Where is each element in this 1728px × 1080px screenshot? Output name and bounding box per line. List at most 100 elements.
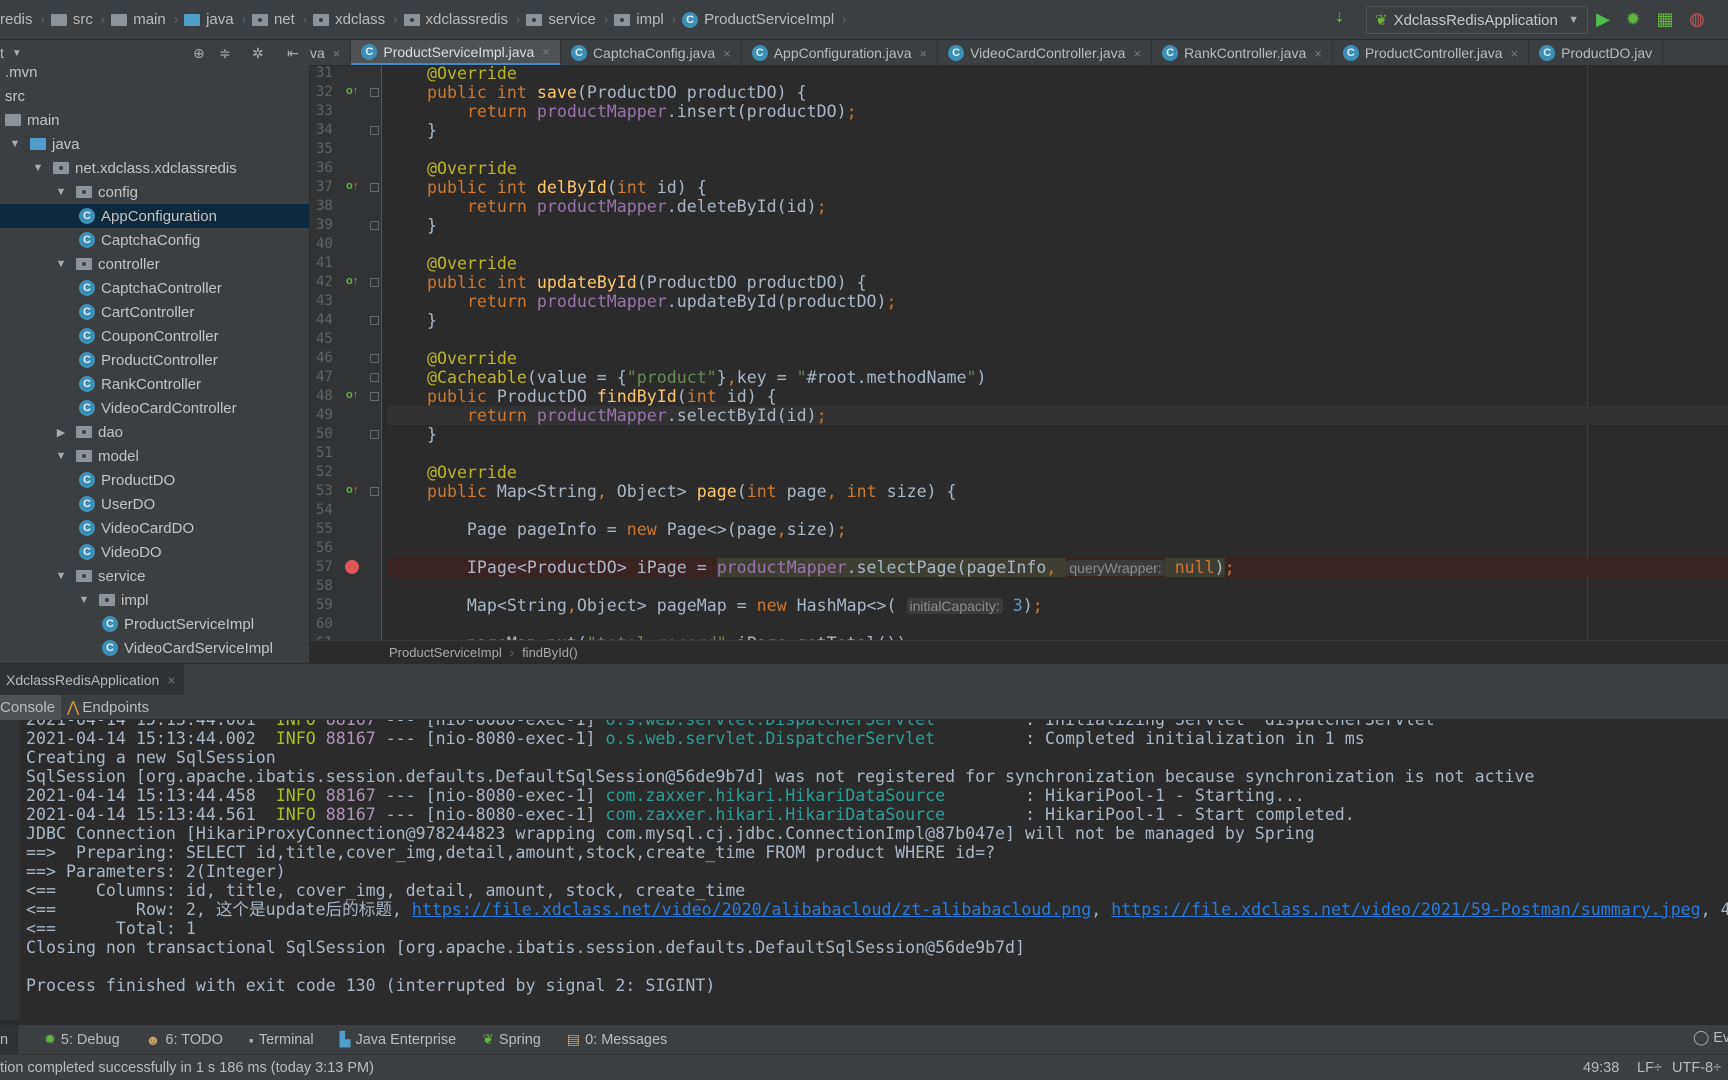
tool-window-spring[interactable]: ❦ Spring <box>482 1031 541 1048</box>
editor-tab[interactable]: C ProductServiceImpl.java × <box>351 40 561 65</box>
collapsed-arrow-icon[interactable]: ▶ <box>54 426 68 439</box>
code-line[interactable]: } <box>387 216 1728 235</box>
tab-console[interactable]: Console <box>0 694 62 720</box>
tab-endpoints[interactable]: ⋀ Endpoints <box>61 698 155 717</box>
fold-marker-icon[interactable] <box>370 354 379 363</box>
code-line[interactable]: @Override <box>387 159 1728 178</box>
code-line[interactable]: public int save(ProductDO productDO) { <box>387 83 1728 102</box>
editor-tab[interactable]: C ProductDO.jav <box>1529 40 1664 65</box>
override-method-icon[interactable]: o <box>346 484 360 496</box>
tree-item[interactable]: main <box>0 108 309 132</box>
expanded-arrow-icon[interactable]: ▼ <box>54 258 68 270</box>
fold-marker-icon[interactable] <box>370 126 379 135</box>
editor-tab[interactable]: C RankController.java × <box>1152 40 1333 65</box>
code-line[interactable] <box>387 615 1728 634</box>
code-line[interactable] <box>387 501 1728 520</box>
override-method-icon[interactable]: o <box>346 389 360 401</box>
event-log-button[interactable]: ◯ Ev <box>1693 1030 1728 1046</box>
expanded-arrow-icon[interactable]: ▼ <box>77 594 91 606</box>
fold-marker-icon[interactable] <box>370 392 379 401</box>
code-line[interactable] <box>387 140 1728 159</box>
expanded-arrow-icon[interactable]: ▼ <box>31 162 45 174</box>
override-method-icon[interactable]: o <box>346 275 360 287</box>
breadcrumb-item[interactable]: xdclass › <box>313 11 398 28</box>
breakpoint-icon[interactable] <box>345 560 359 574</box>
tree-item[interactable]: C AppConfiguration <box>0 204 309 228</box>
run-button[interactable]: ▶ <box>1592 8 1614 30</box>
editor-tab[interactable]: C CaptchaConfig.java × <box>561 40 742 65</box>
code-line[interactable]: @Cacheable(value = {"product"},key = "#r… <box>387 368 1728 387</box>
code-line[interactable]: IPage<ProductDO> iPage = productMapper.s… <box>387 558 1728 577</box>
breadcrumb-method[interactable]: findById() <box>522 645 578 660</box>
tree-item[interactable]: C CartController <box>0 300 309 324</box>
close-icon[interactable]: × <box>333 46 341 61</box>
tree-item[interactable]: C ProductDO <box>0 468 309 492</box>
close-icon[interactable]: × <box>1314 46 1322 61</box>
breadcrumb-item[interactable]: src › <box>50 11 105 28</box>
tree-item[interactable]: C VideoCardDO <box>0 516 309 540</box>
tree-item[interactable]: C CaptchaController <box>0 276 309 300</box>
run-configuration-select[interactable]: ❦ XdclassRedisApplication ▼ <box>1366 6 1588 34</box>
expanded-arrow-icon[interactable]: ▼ <box>54 186 68 198</box>
code-line[interactable] <box>387 577 1728 596</box>
close-icon[interactable]: × <box>1511 46 1519 61</box>
editor-tab[interactable]: va × <box>310 40 352 65</box>
code-line[interactable] <box>387 235 1728 254</box>
hide-panel-icon[interactable]: ⇤ <box>287 45 299 62</box>
tree-item[interactable]: ▼ service <box>0 564 309 588</box>
locate-icon[interactable]: ⊕ <box>193 45 205 62</box>
fold-marker-icon[interactable] <box>370 88 379 97</box>
code-line[interactable]: return productMapper.insert(productDO); <box>387 102 1728 121</box>
chevron-down-icon[interactable]: ▼ <box>12 48 22 59</box>
breadcrumb-item[interactable]: service › <box>526 11 608 28</box>
close-icon[interactable]: × <box>167 672 175 688</box>
editor-tab[interactable]: C ProductController.java × <box>1333 40 1530 65</box>
breadcrumb-item[interactable]: redis › <box>0 11 45 28</box>
code-line[interactable]: @Override <box>387 349 1728 368</box>
code-line[interactable] <box>387 444 1728 463</box>
breadcrumb-class[interactable]: ProductServiceImpl <box>389 645 502 660</box>
close-icon[interactable]: × <box>723 46 731 61</box>
code-line[interactable]: public int delById(int id) { <box>387 178 1728 197</box>
code-line[interactable]: return productMapper.deleteById(id); <box>387 197 1728 216</box>
editor-gutter[interactable]: 31 32 o 33 34 35 36 37 o 38 39 40 41 42 o 43 44 45 46 47 48 o… <box>310 66 382 640</box>
code-line[interactable]: public ProductDO findById(int id) { <box>387 387 1728 406</box>
expanded-arrow-icon[interactable]: ▼ <box>54 570 68 582</box>
tool-window-terminal[interactable]: ▪ Terminal <box>249 1032 314 1048</box>
console-link[interactable]: https://file.xdclass.net/video/2021/59-P… <box>1111 900 1700 919</box>
editor-tab[interactable]: C AppConfiguration.java × <box>742 40 939 65</box>
tree-item[interactable]: ▶ dao <box>0 420 309 444</box>
tree-item[interactable]: C VideoCardServiceImpl <box>0 636 309 660</box>
tree-item[interactable]: C ProductServiceImpl <box>0 612 309 636</box>
code-line[interactable]: @Override <box>387 254 1728 273</box>
breadcrumb-item[interactable]: java › <box>184 11 246 28</box>
fold-marker-icon[interactable] <box>370 487 379 496</box>
editor-tab[interactable]: C VideoCardController.java × <box>938 40 1153 65</box>
stop-button[interactable]: ◍ <box>1686 8 1708 30</box>
tree-item[interactable]: ▼ java <box>0 132 309 156</box>
tool-window-messages[interactable]: ▤ 0: Messages <box>567 1031 667 1048</box>
code-line[interactable]: } <box>387 311 1728 330</box>
tree-item[interactable]: C RankController <box>0 372 309 396</box>
run-tab[interactable]: XdclassRedisApplication × <box>0 663 184 696</box>
expanded-arrow-icon[interactable]: ▼ <box>54 450 68 462</box>
fold-marker-icon[interactable] <box>370 373 379 382</box>
fold-marker-icon[interactable] <box>370 316 379 325</box>
code-line[interactable]: } <box>387 425 1728 444</box>
override-method-icon[interactable]: o <box>346 180 360 192</box>
tree-item[interactable]: C CouponController <box>0 324 309 348</box>
code-line[interactable]: public Map<String, Object> page(int page… <box>387 482 1728 501</box>
file-encoding[interactable]: UTF-8÷ <box>1672 1060 1721 1076</box>
code-line[interactable]: Map<String,Object> pageMap = new HashMap… <box>387 596 1728 615</box>
code-line[interactable]: } <box>387 121 1728 140</box>
tree-item[interactable]: src <box>0 84 309 108</box>
tool-window-run[interactable]: n <box>0 1024 19 1055</box>
tree-item[interactable]: .mvn <box>0 66 309 84</box>
code-line[interactable] <box>387 539 1728 558</box>
expanded-arrow-icon[interactable]: ▼ <box>8 138 22 150</box>
console-link[interactable]: https://file.xdclass.net/video/2020/alib… <box>412 900 1091 919</box>
fold-marker-icon[interactable] <box>370 221 379 230</box>
tree-item[interactable]: C VideoCardController <box>0 396 309 420</box>
fold-marker-icon[interactable] <box>370 278 379 287</box>
code-line[interactable]: return productMapper.updateById(productD… <box>387 292 1728 311</box>
